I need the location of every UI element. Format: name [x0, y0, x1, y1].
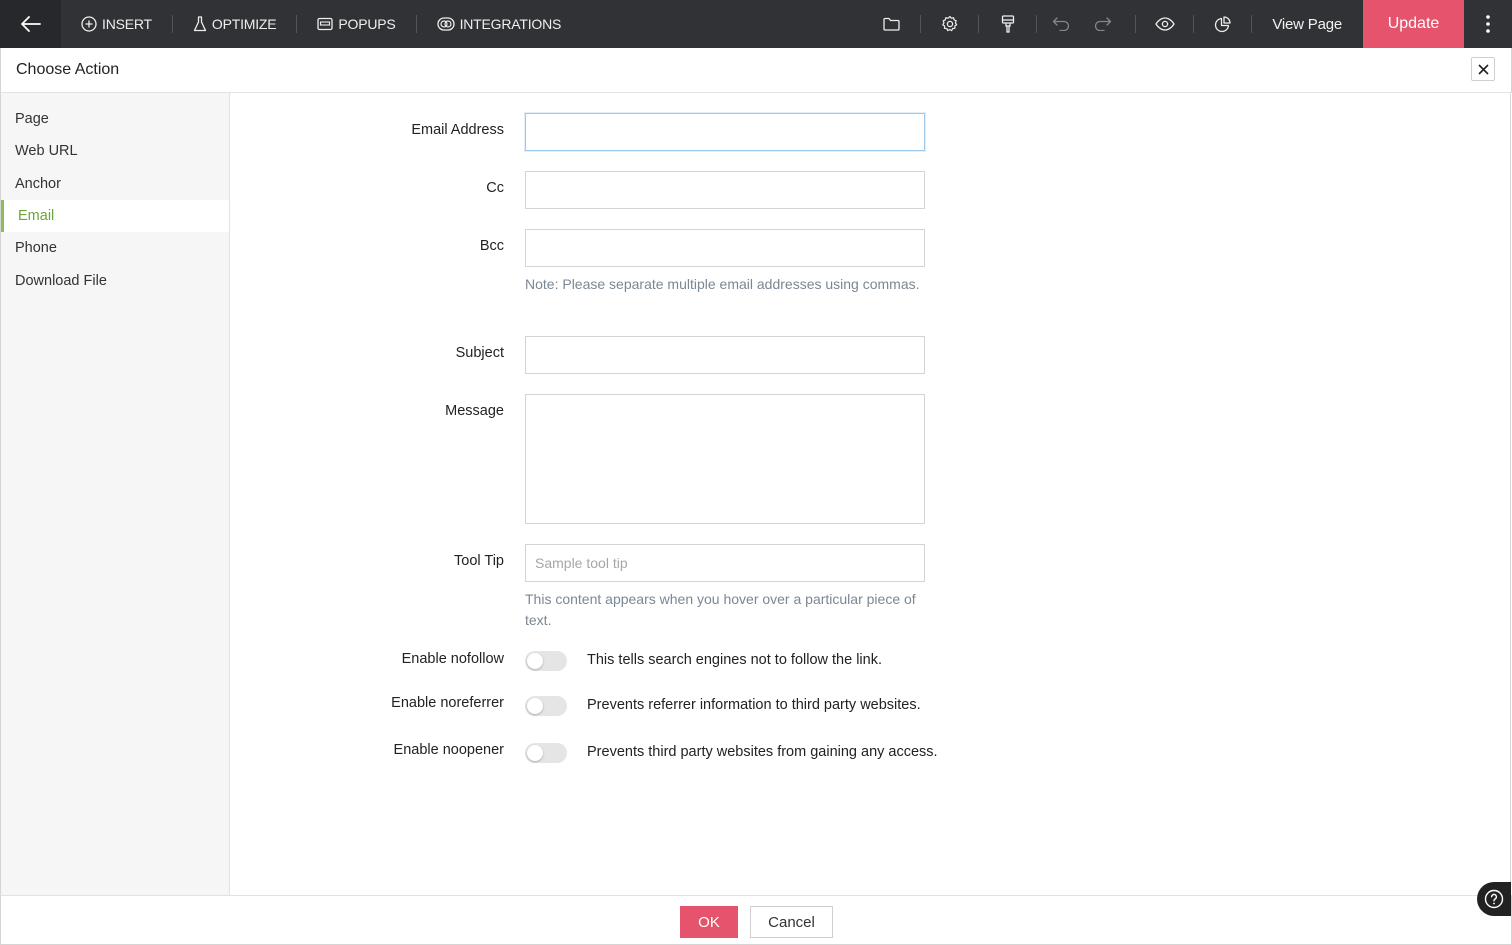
paint-brush-icon [1001, 15, 1015, 33]
sidebar-item-label: Anchor [15, 175, 61, 192]
pie-chart-icon [1215, 15, 1232, 32]
insert-label: INSERT [102, 16, 152, 32]
popups-menu[interactable]: POPUPS [297, 0, 415, 48]
nofollow-toggle[interactable] [525, 651, 567, 671]
sidebar-item-page[interactable]: Page [1, 103, 229, 135]
subject-label: Subject [455, 345, 504, 361]
bcc-input[interactable] [525, 229, 925, 267]
nofollow-label: Enable nofollow [401, 651, 504, 667]
popup-window-icon [317, 17, 334, 31]
arrow-left-icon [20, 16, 41, 32]
email-action-form: Email Address Cc Bcc Note: Please separa… [231, 93, 1511, 895]
popups-label: POPUPS [338, 16, 396, 32]
sidebar-item-phone[interactable]: Phone [1, 232, 229, 264]
sidebar-item-label: Page [15, 111, 49, 128]
integrations-label: INTEGRATIONS [459, 16, 562, 32]
noreferrer-toggle[interactable] [525, 696, 567, 716]
sidebar-item-email[interactable]: Email [1, 199, 229, 233]
bcc-note: Note: Please separate multiple email add… [525, 276, 920, 292]
noreferrer-label: Enable noreferrer [391, 695, 504, 711]
preview-button[interactable] [1136, 0, 1193, 48]
plus-circle-icon [81, 16, 97, 32]
noopener-label: Enable noopener [393, 742, 504, 758]
modal-footer: OK Cancel [0, 882, 1512, 945]
toggle-knob [527, 698, 543, 714]
sidebar-item-download-file[interactable]: Download File [1, 264, 229, 296]
email-address-input[interactable] [525, 113, 925, 151]
noopener-description: Prevents third party websites from gaini… [587, 744, 938, 760]
undo-icon [1053, 17, 1070, 31]
folder-icon [883, 17, 901, 31]
cc-input[interactable] [525, 171, 925, 209]
flask-icon [193, 16, 207, 32]
help-icon [1484, 889, 1504, 909]
sidebar-item-label: Web URL [15, 143, 78, 160]
folder-button[interactable] [863, 0, 920, 48]
integrations-icon [436, 17, 455, 31]
modal-title: Choose Action [16, 61, 120, 78]
sidebar-item-label: Download File [15, 272, 107, 289]
noopener-toggle[interactable] [525, 743, 567, 763]
subject-input[interactable] [525, 336, 925, 374]
gear-icon [941, 15, 958, 32]
vertical-dots-icon [1486, 15, 1490, 33]
integrations-menu[interactable]: INTEGRATIONS [417, 0, 582, 48]
analytics-button[interactable] [1194, 0, 1251, 48]
noreferrer-description: Prevents referrer information to third p… [587, 697, 921, 713]
close-icon [1477, 63, 1489, 75]
top-toolbar: INSERT OPTIMIZE POPUPS INTEGRATIONS View… [0, 0, 1512, 48]
cancel-button[interactable]: Cancel [750, 906, 833, 938]
sidebar-item-web-url[interactable]: Web URL [1, 135, 229, 167]
action-type-sidebar: Page Web URL Anchor Email Phone Download… [0, 93, 230, 895]
undo-button[interactable] [1037, 0, 1085, 48]
tooltip-label: Tool Tip [454, 553, 504, 569]
update-button[interactable]: Update [1363, 0, 1464, 48]
bcc-label: Bcc [479, 238, 504, 254]
toggle-knob [527, 653, 543, 669]
help-button[interactable] [1477, 882, 1511, 916]
message-textarea[interactable] [525, 394, 925, 524]
optimize-menu[interactable]: OPTIMIZE [173, 0, 297, 48]
message-label: Message [445, 403, 504, 419]
nofollow-description: This tells search engines not to follow … [587, 652, 882, 668]
sidebar-item-label: Phone [15, 240, 57, 257]
optimize-label: OPTIMIZE [211, 16, 277, 32]
tooltip-input[interactable] [525, 544, 925, 582]
redo-button[interactable] [1085, 0, 1121, 48]
tooltip-note: This content appears when you hover over… [525, 591, 916, 628]
back-button[interactable] [0, 0, 61, 48]
eye-icon [1155, 17, 1175, 31]
view-page-button[interactable]: View Page [1252, 0, 1363, 48]
modal-header: Choose Action [0, 48, 1512, 93]
cc-label: Cc [486, 180, 504, 196]
toggle-knob [527, 745, 543, 761]
ok-button[interactable]: OK [680, 906, 738, 938]
sidebar-item-anchor[interactable]: Anchor [1, 168, 229, 200]
sidebar-item-label: Email [18, 208, 55, 225]
style-brush-button[interactable] [979, 0, 1036, 48]
redo-icon [1095, 17, 1112, 31]
settings-button[interactable] [921, 0, 978, 48]
more-options-button[interactable] [1464, 0, 1512, 48]
close-button[interactable] [1471, 57, 1495, 81]
insert-menu[interactable]: INSERT [61, 0, 172, 48]
email-address-label: Email Address [411, 122, 504, 138]
